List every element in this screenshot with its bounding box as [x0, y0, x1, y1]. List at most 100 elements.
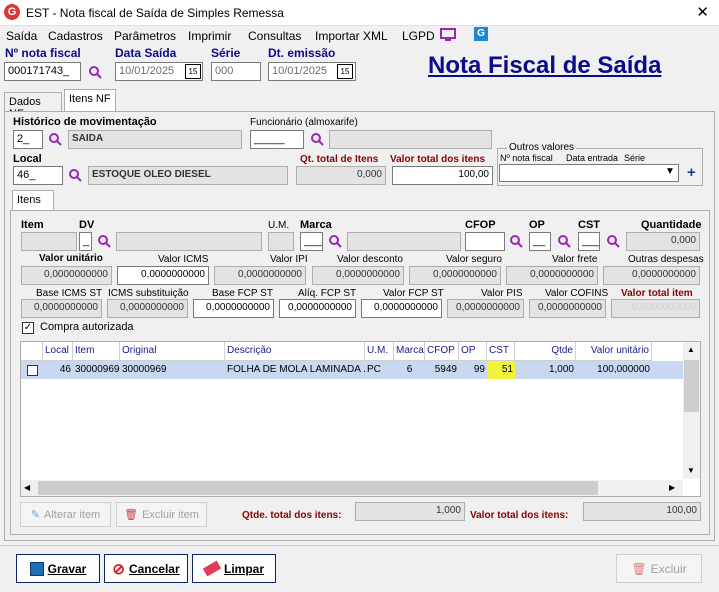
grid-header-cst[interactable]: CST	[487, 342, 515, 361]
page-title: Nota Fiscal de Saída	[428, 52, 662, 79]
grid-header-descricao[interactable]: Descrição	[225, 342, 365, 361]
search-icon[interactable]	[606, 234, 620, 248]
tab-itens-nf[interactable]: Itens NF	[64, 89, 116, 112]
horizontal-scrollbar[interactable]: ◀ ▶	[21, 480, 683, 496]
valor-fcp-st-input[interactable]: 0,0000000000	[361, 299, 442, 318]
grid-header-valor-unitario[interactable]: Valor unitário	[576, 342, 652, 361]
menu-importar-xml[interactable]: Importar XML	[315, 29, 388, 43]
grid-header-um[interactable]: U.M.	[365, 342, 394, 361]
base-fcp-st-label: Base FCP ST	[212, 288, 273, 299]
alterar-item-button[interactable]: ✎ Alterar item	[20, 502, 111, 527]
row-select-cell[interactable]	[21, 361, 43, 379]
outros-col-nota: Nº nota fiscal	[500, 153, 553, 163]
menu-consultas[interactable]: Consultas	[248, 29, 301, 43]
search-icon[interactable]	[509, 234, 523, 248]
func-desc	[329, 130, 492, 149]
search-icon[interactable]	[48, 132, 62, 146]
menu-lgpd[interactable]: LGPD	[402, 29, 435, 43]
valor-desconto-input: 0,0000000000	[312, 266, 404, 285]
menu-cadastros[interactable]: Cadastros	[48, 29, 103, 43]
grid-header-cfop[interactable]: CFOP	[425, 342, 459, 361]
nota-label: Nº nota fiscal	[5, 46, 81, 60]
valor-total-value[interactable]: 100,00	[392, 166, 493, 185]
nota-input[interactable]: 000171743_	[4, 62, 81, 81]
scroll-right-icon[interactable]: ▶	[669, 483, 675, 492]
outros-dropdown[interactable]	[499, 164, 679, 182]
cancel-icon: ⊘	[112, 560, 125, 578]
hscrollbar-thumb[interactable]	[38, 481, 598, 495]
marca-input[interactable]: ___	[300, 232, 323, 251]
outros-col-serie: Série	[624, 153, 646, 163]
cell-qtde: 1,000	[548, 364, 574, 375]
monitor-icon[interactable]	[440, 28, 456, 45]
menu-imprimir[interactable]: Imprimir	[188, 29, 231, 43]
menu-saida[interactable]: Saída	[6, 29, 37, 43]
op-label: OP	[529, 219, 545, 231]
aliq-fcp-st-input[interactable]: 0,0000000000	[279, 299, 356, 318]
cell-op: 99	[473, 364, 485, 375]
search-icon[interactable]	[88, 65, 102, 79]
tab-dados-nf[interactable]: Dados NF	[4, 92, 62, 120]
scroll-left-icon[interactable]: ◀	[24, 483, 30, 492]
dv-input[interactable]: _	[79, 232, 92, 251]
tab-itens[interactable]: Itens	[12, 190, 54, 211]
data-saida-value: 10/01/2025	[119, 65, 175, 77]
cancelar-button[interactable]: ⊘ Cancelar	[104, 554, 188, 583]
vertical-scrollbar[interactable]: ▲ ▼	[683, 342, 700, 479]
grid-header-row: Local Item Original Descrição U.M. Marca…	[21, 342, 683, 361]
scroll-up-icon[interactable]: ▲	[687, 345, 695, 354]
cst-input[interactable]: ___	[578, 232, 600, 251]
grid-header-item[interactable]: Item	[73, 342, 120, 361]
search-icon[interactable]	[557, 234, 571, 248]
item-input[interactable]	[21, 232, 77, 251]
search-icon[interactable]	[310, 132, 324, 146]
edit-icon: ✎	[30, 509, 40, 521]
excluir-item-button[interactable]: 🗑 Excluir item	[116, 502, 207, 527]
excluir-button[interactable]: 🗑 Excluir	[616, 554, 702, 583]
valor-total-item-label: Valor total item	[621, 288, 693, 299]
grid-header-qtde[interactable]: Qtde	[515, 342, 576, 361]
search-icon[interactable]	[68, 168, 82, 182]
table-row[interactable]: 46 30000969 30000969 FOLHA DE MOLA LAMIN…	[21, 361, 683, 379]
title-bar: G EST - Nota fiscal de Saída de Simples …	[0, 0, 719, 26]
compra-autorizada-checkbox[interactable]: ✓	[22, 322, 34, 334]
icms-substituicao-input: 0,0000000000	[107, 299, 188, 318]
search-icon[interactable]	[328, 234, 342, 248]
scroll-down-icon[interactable]: ▼	[687, 466, 695, 475]
chevron-down-icon[interactable]: ▼	[665, 166, 675, 177]
grid-header-local[interactable]: Local	[43, 342, 73, 361]
scrollbar-thumb[interactable]	[684, 360, 699, 412]
limpar-button[interactable]: Limpar	[192, 554, 276, 583]
cell-cst: 51	[487, 361, 515, 379]
valor-desconto-label: Valor desconto	[337, 254, 403, 265]
local-code-input[interactable]: 46_	[13, 166, 63, 185]
close-button[interactable]: ✕	[696, 3, 709, 21]
qt-total-value: 0,000	[296, 166, 386, 185]
grid-header-marca[interactable]: Marca	[394, 342, 425, 361]
grid-header-op[interactable]: OP	[459, 342, 487, 361]
calendar-icon[interactable]: 15	[337, 64, 353, 79]
app-shortcut-icon[interactable]: G	[474, 27, 488, 41]
cfop-input[interactable]	[465, 232, 505, 251]
cell-descricao: FOLHA DE MOLA LAMINADA ...	[227, 364, 365, 375]
limpar-label: Limpar	[223, 561, 264, 576]
func-code-input[interactable]: _____	[250, 130, 304, 149]
grid-header-original[interactable]: Original	[120, 342, 225, 361]
excluir-label: Excluir	[650, 561, 687, 576]
func-label: Funcionário (almoxarife)	[250, 117, 358, 128]
outras-despesas-label: Outras despesas	[628, 254, 704, 265]
menu-parametros[interactable]: Parâmetros	[114, 29, 176, 43]
valor-icms-input[interactable]: 0,0000000000	[117, 266, 209, 285]
add-icon[interactable]: +	[687, 164, 696, 181]
base-fcp-st-input[interactable]: 0,0000000000	[193, 299, 274, 318]
calendar-icon[interactable]: 15	[185, 64, 201, 79]
quantidade-input: 0,000	[626, 232, 700, 251]
search-icon[interactable]	[97, 234, 111, 248]
serie-input[interactable]: 000	[211, 62, 261, 81]
op-input[interactable]: __	[529, 232, 551, 251]
gravar-button[interactable]: Gravar	[16, 554, 100, 583]
hist-code-input[interactable]: 2_	[13, 130, 43, 149]
data-saida-label: Data Saída	[115, 46, 177, 60]
valor-frete-input: 0,0000000000	[506, 266, 598, 285]
valor-pis-input: 0,0000000000	[447, 299, 524, 318]
